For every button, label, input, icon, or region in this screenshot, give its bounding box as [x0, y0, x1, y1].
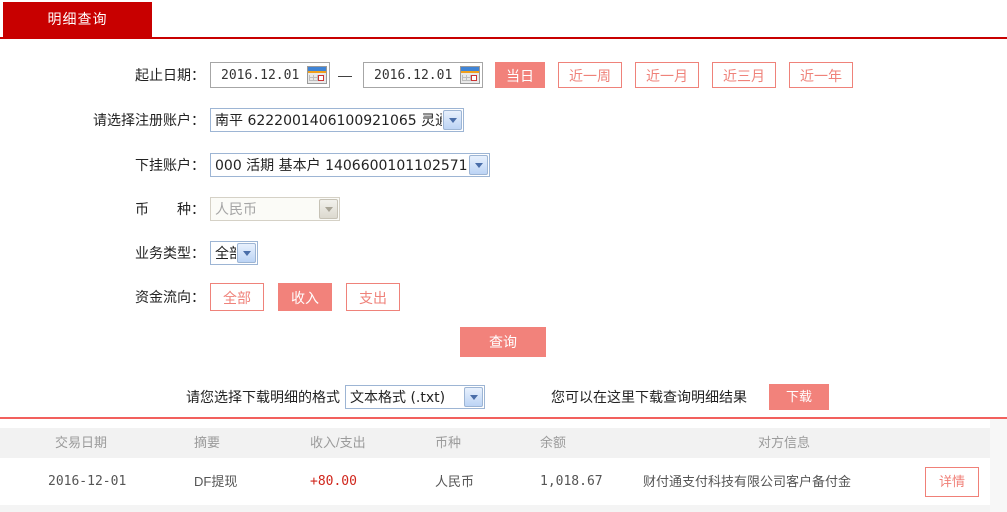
- chevron-down-icon[interactable]: [464, 387, 483, 407]
- register-account-value: 南平 6222001406100921065 灵通卡: [215, 113, 442, 129]
- header-actions: [925, 428, 990, 458]
- bottom-strip: [0, 505, 990, 512]
- quick-range-buttons: 当日 近一周 近一月 近三月 近一年: [495, 62, 853, 88]
- start-date-field[interactable]: [210, 62, 330, 88]
- register-account-select[interactable]: 南平 6222001406100921065 灵通卡: [210, 108, 464, 132]
- cell-counterparty: 财付通支付科技有限公司客户备付金: [643, 474, 852, 489]
- header-counterparty: 对方信息: [757, 435, 810, 450]
- download-hint: 您可以在这里下载查询明细结果: [551, 389, 747, 405]
- header-currency: 币种: [435, 435, 462, 450]
- date-range-row: 起止日期： — 当日 近一周 近一月 近三月 近一年: [0, 62, 853, 88]
- table-top-divider: [0, 417, 1007, 419]
- business-type-value: 全部: [215, 246, 236, 262]
- sub-account-row: 下挂账户： 000 活期 基本户 1406600101102571848: [0, 153, 490, 177]
- calendar-icon[interactable]: [460, 66, 480, 84]
- end-date-field[interactable]: [363, 62, 483, 88]
- business-type-label: 业务类型：: [135, 245, 205, 261]
- table-row: 2016-12-01 DF提现 +80.00 人民币 1,018.67 财付通支…: [0, 458, 990, 506]
- download-format-label: 请您选择下载明细的格式: [186, 389, 340, 405]
- currency-select: 人民币: [210, 197, 340, 221]
- tab-detail-query[interactable]: 明细查询: [3, 2, 152, 37]
- calendar-icon[interactable]: [307, 66, 327, 84]
- download-row: 请您选择下载明细的格式 文本格式 (.txt) 您可以在这里下载查询明细结果 下…: [0, 384, 829, 410]
- query-button[interactable]: 查询: [460, 327, 546, 357]
- fund-flow-row: 资金流向： 全部 收入 支出: [0, 283, 400, 311]
- cell-summary: DF提现: [194, 474, 238, 489]
- chevron-down-icon[interactable]: [443, 110, 462, 130]
- start-date-input[interactable]: [211, 65, 307, 85]
- sub-account-value: 000 活期 基本户 1406600101102571848: [215, 158, 468, 174]
- table-header-row: 交易日期 摘要 收入/支出 币种 余额 对方信息: [0, 428, 990, 458]
- detail-button[interactable]: 详情: [925, 466, 980, 497]
- header-date: 交易日期: [55, 435, 108, 450]
- currency-label: 币 种：: [135, 201, 205, 217]
- chevron-down-icon[interactable]: [469, 155, 488, 175]
- quick-button-year[interactable]: 近一年: [789, 62, 853, 88]
- chevron-down-icon[interactable]: [237, 243, 256, 263]
- transaction-table: 交易日期 摘要 收入/支出 币种 余额 对方信息 2016-12-01 DF提现…: [0, 428, 990, 506]
- quick-button-month[interactable]: 近一月: [635, 62, 699, 88]
- business-type-row: 业务类型： 全部: [0, 241, 258, 265]
- date-separator: —: [338, 67, 352, 83]
- quick-button-today[interactable]: 当日: [495, 62, 545, 88]
- business-type-select[interactable]: 全部: [210, 241, 258, 265]
- tab-underline: [0, 37, 1007, 39]
- fund-flow-buttons: 全部 收入 支出: [210, 283, 400, 311]
- header-summary: 摘要: [194, 435, 221, 450]
- header-amount: 收入/支出: [310, 435, 366, 450]
- end-date-input[interactable]: [364, 65, 460, 85]
- cell-currency: 人民币: [435, 474, 475, 489]
- flow-button-expense[interactable]: 支出: [346, 283, 400, 311]
- header-balance: 余额: [540, 435, 567, 450]
- side-strip: [990, 419, 1007, 512]
- register-account-row: 请选择注册账户： 南平 6222001406100921065 灵通卡: [0, 108, 464, 132]
- quick-button-quarter[interactable]: 近三月: [712, 62, 776, 88]
- date-range-label: 起止日期：: [135, 67, 205, 83]
- download-format-value: 文本格式 (.txt): [350, 390, 446, 406]
- register-account-label: 请选择注册账户：: [93, 112, 205, 128]
- detail-query-page: 明细查询 起止日期： — 当日 近一周 近一月 近三月 近一年 请选择注册账户：…: [0, 0, 1007, 512]
- cell-date: 2016-12-01: [48, 474, 127, 489]
- sub-account-label: 下挂账户：: [135, 157, 205, 173]
- download-button[interactable]: 下载: [769, 384, 829, 410]
- cell-amount: +80.00: [310, 474, 357, 489]
- flow-button-income[interactable]: 收入: [278, 283, 332, 311]
- chevron-down-icon: [319, 199, 338, 219]
- currency-value: 人民币: [215, 202, 257, 218]
- fund-flow-label: 资金流向：: [135, 289, 205, 305]
- sub-account-select[interactable]: 000 活期 基本户 1406600101102571848: [210, 153, 490, 177]
- flow-button-all[interactable]: 全部: [210, 283, 264, 311]
- download-format-select[interactable]: 文本格式 (.txt): [345, 385, 485, 409]
- quick-button-week[interactable]: 近一周: [558, 62, 622, 88]
- cell-balance: 1,018.67: [540, 474, 603, 489]
- currency-row: 币 种： 人民币: [0, 197, 340, 221]
